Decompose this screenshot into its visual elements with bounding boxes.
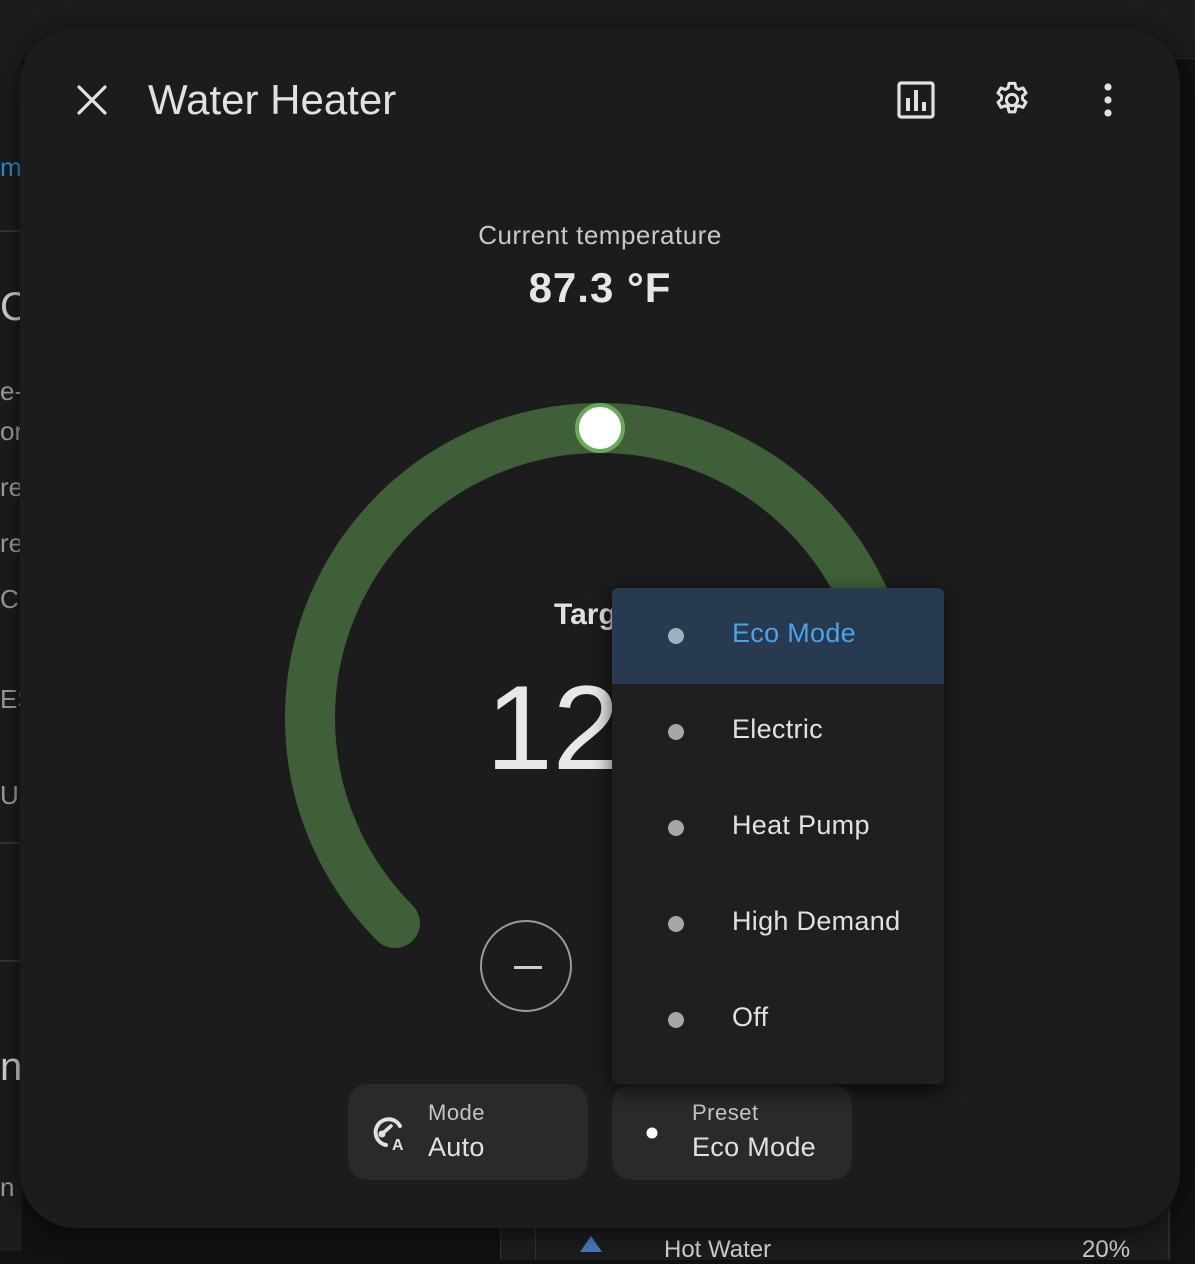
water-drop-icon [580, 1236, 602, 1252]
current-temperature-value: 87.3 °F [528, 264, 672, 311]
dialog-title: Water Heater [148, 76, 397, 123]
background-fragment: re: [0, 472, 22, 502]
menu-item-label: Electric [732, 714, 823, 744]
background-divider [0, 230, 22, 232]
background-fragment: C: [0, 584, 22, 614]
dot-icon [668, 724, 684, 740]
dial-knob[interactable] [575, 403, 625, 453]
close-button[interactable] [64, 72, 120, 128]
svg-text:A: A [392, 1137, 404, 1152]
menu-item-off[interactable]: Off [612, 972, 944, 1068]
settings-gear-icon [996, 81, 1028, 114]
more-options-button[interactable] [1080, 72, 1136, 128]
background-divider [0, 842, 22, 844]
mode-chip[interactable]: A Mode Auto [348, 1084, 588, 1180]
decrease-temperature-button[interactable] [480, 920, 572, 1012]
menu-item-heat-pump[interactable]: Heat Pump [612, 780, 944, 876]
background-fragment: or [0, 416, 22, 446]
background-fragment: e- [0, 376, 22, 406]
background-fragment: C [0, 285, 22, 329]
dot-icon [668, 628, 684, 644]
target-temperature-label: Targ [554, 598, 617, 631]
thermostat-auto-icon: A [373, 1117, 404, 1152]
target-temperature-value: 12 [486, 661, 620, 795]
menu-item-eco-mode[interactable]: Eco Mode [612, 588, 944, 684]
more-vertical-icon [1104, 83, 1112, 117]
mode-chip-label: Mode [428, 1100, 486, 1125]
preset-dropdown-menu: Eco Mode Electric Heat Pump High Demand … [612, 588, 944, 1084]
history-button[interactable] [888, 72, 944, 128]
current-temperature-label: Current temperature [478, 220, 722, 250]
background-fragment: ES [0, 684, 22, 714]
background-entity-value: 20% [1082, 1236, 1131, 1263]
dot-icon [668, 916, 684, 932]
preset-chip-label: Preset [692, 1100, 759, 1125]
background-fragment: n [0, 1045, 22, 1089]
background-divider [0, 960, 22, 962]
background-entity-name: Hot Water [664, 1236, 772, 1263]
more-info-dialog: Water Heater Current temperature 87.3 °F… [20, 28, 1180, 1228]
preset-chip[interactable]: Preset Eco Mode [612, 1084, 852, 1180]
dot-icon [668, 820, 684, 836]
menu-item-high-demand[interactable]: High Demand [612, 876, 944, 972]
background-fragment: mi [0, 152, 22, 182]
background-fragment: Un [0, 780, 22, 810]
dot-icon [668, 1012, 684, 1028]
menu-item-label: Off [732, 1002, 769, 1032]
dot-icon [646, 1127, 658, 1139]
menu-item-electric[interactable]: Electric [612, 684, 944, 780]
menu-item-label: High Demand [732, 906, 901, 936]
history-chart-icon [897, 81, 935, 119]
close-icon [77, 85, 107, 115]
background-fragment: n [0, 1172, 15, 1202]
background-fragment: re [0, 528, 22, 558]
settings-button[interactable] [984, 72, 1040, 128]
menu-item-label: Heat Pump [732, 810, 870, 840]
menu-item-label: Eco Mode [732, 618, 856, 648]
mode-chip-value: Auto [428, 1132, 485, 1162]
preset-chip-value: Eco Mode [692, 1132, 816, 1162]
